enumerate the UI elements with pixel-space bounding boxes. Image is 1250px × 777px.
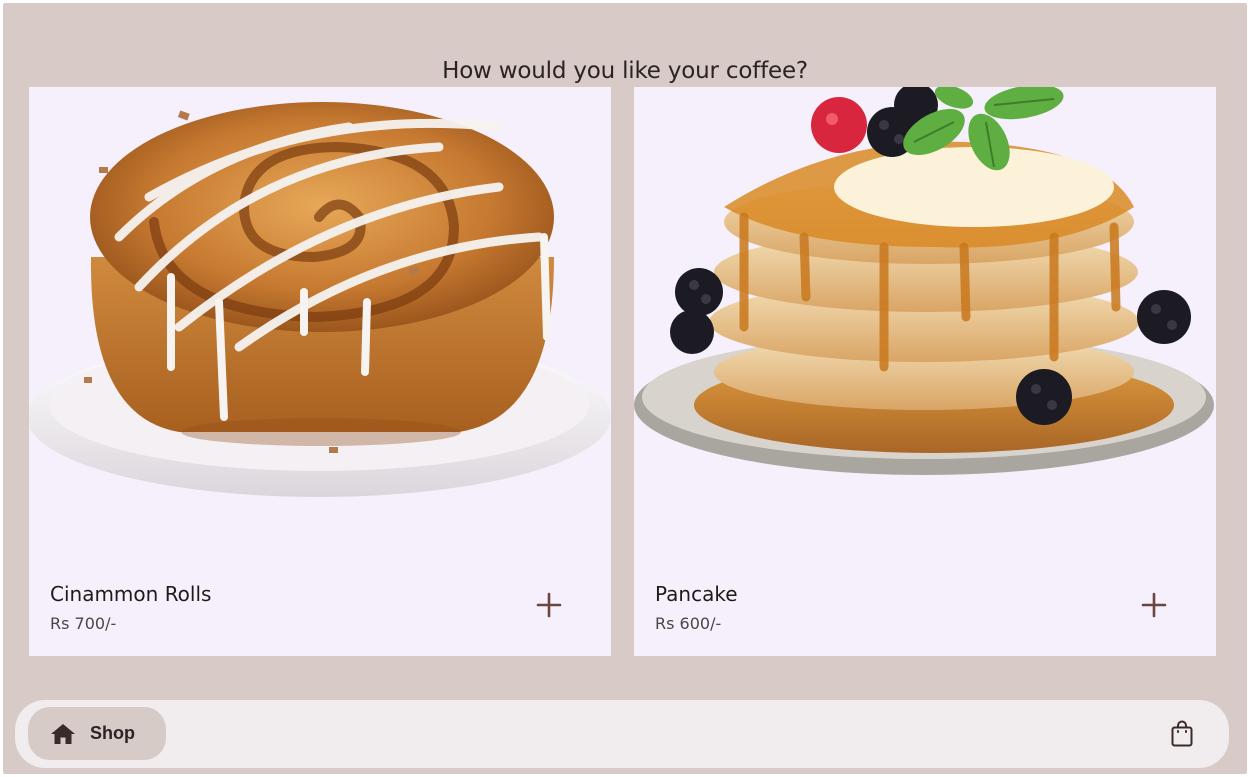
bottom-navigation-bar: Shop — [15, 700, 1229, 768]
product-card-cinnamon-rolls[interactable]: Cinammon Rolls Rs 700/- — [29, 87, 611, 656]
add-to-cart-button[interactable] — [531, 587, 567, 623]
app-screen: How would you like your coffee? Cinammon… — [3, 3, 1247, 774]
product-name: Cinammon Rolls — [50, 582, 212, 606]
nav-shop-button[interactable]: Shop — [28, 707, 166, 760]
product-price: Rs 700/- — [50, 614, 117, 633]
home-icon — [50, 721, 76, 747]
shopping-bag-icon — [1171, 720, 1193, 747]
product-card-pancake[interactable]: Pancake Rs 600/- — [634, 87, 1216, 656]
plus-icon — [1141, 592, 1167, 618]
shopping-bag-button[interactable] — [1166, 718, 1198, 750]
add-to-cart-button[interactable] — [1136, 587, 1172, 623]
page-title: How would you like your coffee? — [442, 58, 808, 84]
product-price: Rs 600/- — [655, 614, 722, 633]
product-name: Pancake — [655, 582, 738, 606]
cinnamon-roll-image — [29, 102, 611, 497]
pancake-image — [634, 87, 1214, 475]
nav-shop-label: Shop — [90, 723, 135, 743]
plus-icon — [536, 592, 562, 618]
